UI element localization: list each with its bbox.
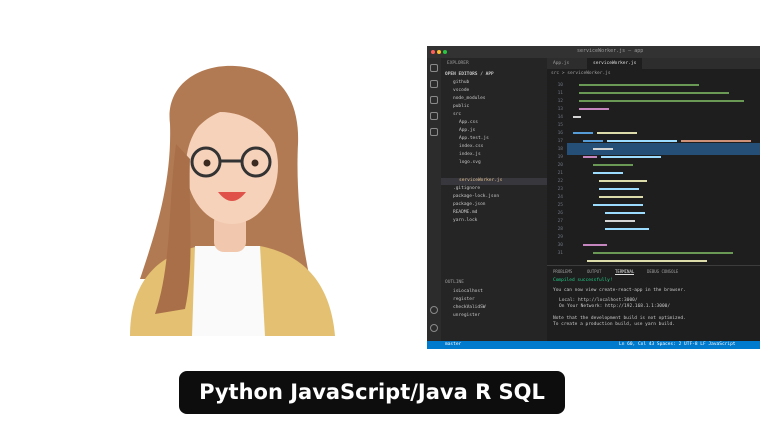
sidebar-item-package-json[interactable]: package.json (453, 202, 486, 208)
explorer-sidebar: EXPLORER OPEN EDITORS / APP github vscod… (441, 58, 547, 341)
line-numbers: 10 (557, 83, 563, 88)
eye-left (203, 159, 211, 167)
tab-app-js[interactable]: App.js (547, 58, 575, 69)
code-editor-screenshot: serviceWorker.js — app EXPLORER OPEN EDI… (427, 46, 760, 349)
line-numbers: 15 (557, 123, 563, 128)
sidebar-item-package-lock[interactable]: package-lock.json (453, 194, 499, 200)
panel-tab-debug-console[interactable]: DEBUG CONSOLE (647, 269, 678, 274)
outline-item[interactable]: isLocalhost (453, 289, 483, 295)
line-numbers: 22 (557, 179, 563, 184)
line-numbers: 12 (557, 99, 563, 104)
panel-tab-problems[interactable]: PROBLEMS (553, 269, 572, 274)
panel-tab-output[interactable]: OUTPUT (587, 269, 601, 274)
sidebar-item-logo[interactable]: logo.svg (459, 160, 481, 166)
sidebar-item-src[interactable]: src (453, 112, 461, 118)
line-numbers: 20 (557, 163, 563, 168)
sidebar-item-app-js[interactable]: App.js (459, 128, 475, 134)
avatar-illustration (130, 65, 335, 336)
terminal-panel: PROBLEMS OUTPUT TERMINAL DEBUG CONSOLE C… (547, 265, 760, 342)
status-bar: master Ln 60, Col 43 Spaces: 2 UTF-8 LF … (427, 341, 760, 349)
sidebar-item-github[interactable]: github (453, 80, 469, 86)
search-icon[interactable] (430, 80, 438, 88)
line-numbers: 24 (557, 195, 563, 200)
line-numbers: 26 (557, 211, 563, 216)
source-control-icon[interactable] (430, 96, 438, 104)
sidebar-item-index-js[interactable]: index.js (459, 152, 481, 158)
line-numbers: 18 (557, 147, 563, 152)
line-numbers: 31 (557, 251, 563, 256)
account-icon[interactable] (430, 306, 438, 314)
sidebar-project[interactable]: OPEN EDITORS / APP (445, 72, 494, 78)
outline-item[interactable]: register (453, 297, 475, 303)
code-area: 10 11 12 13 14 15 16 17 18 19 20 21 22 2… (547, 79, 760, 265)
line-numbers: 16 (557, 131, 563, 136)
outline-header[interactable]: OUTLINE (445, 280, 464, 286)
outline-item[interactable]: checkValidSW (453, 305, 486, 311)
sidebar-item-readme[interactable]: README.md (453, 210, 477, 216)
line-numbers: 28 (557, 227, 563, 232)
close-dot-icon (431, 50, 435, 54)
extensions-icon[interactable] (430, 128, 438, 136)
status-branch[interactable]: master (445, 342, 461, 347)
sidebar-item-yarn-lock[interactable]: yarn.lock (453, 218, 477, 224)
shirt (192, 246, 265, 336)
maximize-dot-icon (443, 50, 447, 54)
minimize-dot-icon (437, 50, 441, 54)
line-numbers: 14 (557, 115, 563, 120)
sidebar-item-index-css[interactable]: index.css (459, 144, 483, 150)
line-numbers: 21 (557, 171, 563, 176)
terminal-line: You can now view create-react-app in the… (553, 288, 686, 293)
line-numbers: 13 (557, 107, 563, 112)
status-right[interactable]: Ln 60, Col 43 Spaces: 2 UTF-8 LF JavaScr… (619, 342, 736, 347)
activity-bar (427, 58, 441, 341)
line-numbers: 19 (557, 155, 563, 160)
line-numbers: 11 (557, 91, 563, 96)
sidebar-item-service-worker[interactable]: serviceWorker.js (459, 178, 502, 184)
editor-tabs: App.js serviceWorker.js (547, 58, 760, 69)
sidebar-item-app-css[interactable]: App.css (459, 120, 478, 126)
editor-window-title: serviceWorker.js — app (577, 48, 644, 54)
line-numbers: 29 (557, 235, 563, 240)
terminal-line: To create a production build, use yarn b… (553, 322, 675, 327)
line-numbers: 17 (557, 139, 563, 144)
sidebar-header: EXPLORER (447, 61, 469, 66)
tab-service-worker[interactable]: serviceWorker.js (587, 58, 643, 69)
eye-right (251, 159, 259, 167)
code-lines-placeholder (573, 84, 751, 262)
line-numbers: 30 (557, 243, 563, 248)
terminal-line: On Your Network: http://192.168.1.1:3000… (559, 304, 671, 309)
line-numbers: 27 (557, 219, 563, 224)
terminal-line: Compiled successfully! (553, 278, 613, 283)
sidebar-item-vscode[interactable]: vscode (453, 88, 469, 94)
sidebar-item-gitignore[interactable]: .gitignore (453, 186, 480, 192)
debug-icon[interactable] (430, 112, 438, 120)
sidebar-item-app-test[interactable]: App.test.js (459, 136, 489, 142)
editor-titlebar: serviceWorker.js — app (427, 46, 760, 58)
sidebar-item-node-modules[interactable]: node_modules (453, 96, 486, 102)
outline-item[interactable]: unregister (453, 313, 480, 319)
caption-banner: Python JavaScript/Java R SQL (179, 371, 565, 414)
breadcrumb: src > serviceWorker.js (551, 71, 611, 76)
sidebar-item-public[interactable]: public (453, 104, 469, 110)
line-numbers: 23 (557, 187, 563, 192)
line-numbers: 25 (557, 203, 563, 208)
explorer-icon[interactable] (430, 64, 438, 72)
panel-tab-terminal[interactable]: TERMINAL (615, 269, 635, 275)
gear-icon[interactable] (430, 324, 438, 332)
